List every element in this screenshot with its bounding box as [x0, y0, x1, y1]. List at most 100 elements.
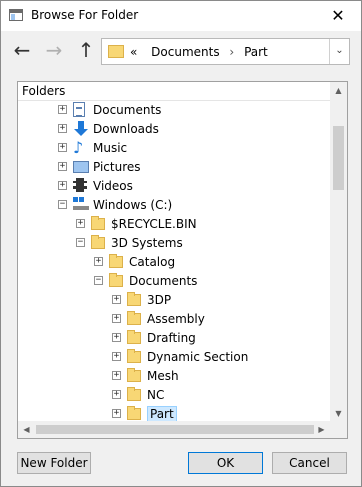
expand-icon[interactable]: + — [112, 390, 121, 399]
expand-icon[interactable]: + — [76, 219, 85, 228]
folder-icon — [91, 235, 105, 249]
tree-row[interactable]: + Drafting — [18, 329, 330, 348]
videos-icon — [73, 178, 87, 192]
address-overflow-chevron[interactable]: « — [130, 45, 137, 59]
navigation-bar: ← → ↑ « Documents › Part ⌄ — [1, 31, 361, 71]
tree-row[interactable]: + Mesh — [18, 367, 330, 386]
tree-column-header: Folders — [18, 82, 330, 101]
tree-item-label[interactable]: Documents — [129, 274, 197, 288]
address-segment-part[interactable]: Part — [244, 45, 268, 59]
collapse-icon[interactable]: − — [94, 276, 103, 285]
forward-arrow-icon: → — [45, 38, 63, 62]
title-bar: Browse For Folder ✕ — [1, 1, 361, 31]
expand-icon[interactable]: + — [58, 105, 67, 114]
tree-item-label[interactable]: Assembly — [147, 312, 205, 326]
horizontal-scroll-thumb[interactable] — [36, 425, 314, 434]
expand-icon[interactable]: + — [58, 124, 67, 133]
tree-row[interactable]: + NC — [18, 386, 330, 405]
vertical-scroll-thumb[interactable] — [333, 126, 344, 190]
tree-item-label[interactable]: Catalog — [129, 255, 175, 269]
tree-item-label[interactable]: Mesh — [147, 369, 179, 383]
address-path: « Documents › Part — [130, 45, 268, 59]
folder-icon — [127, 368, 141, 382]
collapse-icon[interactable]: − — [58, 200, 67, 209]
scroll-right-icon[interactable]: ▶ — [313, 421, 330, 438]
tree-row[interactable]: − Windows (C:) — [18, 196, 330, 215]
folder-icon — [91, 216, 105, 230]
folder-icon — [109, 273, 123, 287]
folder-icon — [127, 387, 141, 401]
up-arrow-icon[interactable]: ↑ — [73, 38, 99, 64]
expand-icon[interactable]: + — [58, 143, 67, 152]
tree-row[interactable]: + Pictures — [18, 158, 330, 177]
browse-for-folder-dialog: Browse For Folder ✕ ← → ↑ « Documents › … — [0, 0, 362, 487]
window-title: Browse For Folder — [31, 8, 139, 22]
drive-icon — [73, 197, 89, 211]
expand-icon[interactable]: + — [112, 314, 121, 323]
tree-row[interactable]: + Catalog — [18, 253, 330, 272]
tree-row[interactable]: + Downloads — [18, 120, 330, 139]
horizontal-scrollbar[interactable]: ◀ ▶ — [18, 421, 347, 438]
address-spacer — [141, 45, 151, 59]
close-button[interactable]: ✕ — [315, 1, 361, 31]
tree-item-label[interactable]: Windows (C:) — [93, 198, 172, 212]
address-bar[interactable]: « Documents › Part ⌄ — [101, 38, 350, 65]
scroll-up-icon[interactable]: ▲ — [330, 82, 347, 99]
new-folder-button[interactable]: New Folder — [17, 452, 91, 474]
expand-icon[interactable]: + — [112, 333, 121, 342]
folder-icon — [108, 45, 124, 58]
collapse-icon[interactable]: − — [76, 238, 85, 247]
scroll-left-icon[interactable]: ◀ — [18, 421, 35, 438]
tree-item-label[interactable]: Part — [147, 406, 177, 422]
folder-icon — [127, 406, 141, 420]
expand-icon[interactable]: + — [112, 371, 121, 380]
tree-row[interactable]: − Documents — [18, 272, 330, 291]
documents-icon — [73, 102, 85, 117]
folder-icon — [127, 311, 141, 325]
downloads-icon — [73, 121, 89, 137]
tree-item-label[interactable]: $RECYCLE.BIN — [111, 217, 197, 231]
expand-icon[interactable]: + — [112, 352, 121, 361]
tree-item-label[interactable]: Documents — [93, 103, 161, 117]
tree-row[interactable]: + Dynamic Section — [18, 348, 330, 367]
tree-row[interactable]: + Documents — [18, 101, 330, 120]
back-arrow-icon[interactable]: ← — [9, 38, 35, 64]
tree-item-label[interactable]: NC — [147, 388, 164, 402]
tree-item-label[interactable]: Music — [93, 141, 127, 155]
tree-item-label[interactable]: Dynamic Section — [147, 350, 248, 364]
tree-row[interactable]: + $RECYCLE.BIN — [18, 215, 330, 234]
tree-row[interactable]: − 3D Systems — [18, 234, 330, 253]
folder-icon — [109, 254, 123, 268]
tree-row[interactable]: + ♪ Music — [18, 139, 330, 158]
tree-item-label[interactable]: 3D Systems — [111, 236, 183, 250]
expand-icon[interactable]: + — [112, 409, 121, 418]
scroll-down-icon[interactable]: ▼ — [330, 405, 347, 422]
tree-item-label[interactable]: Downloads — [93, 122, 159, 136]
address-dropdown-button[interactable]: ⌄ — [329, 39, 349, 64]
expand-icon[interactable]: + — [112, 295, 121, 304]
window-app-icon — [9, 9, 23, 21]
scrollbar-corner — [330, 421, 347, 438]
address-segment-documents[interactable]: Documents — [151, 45, 219, 59]
vertical-scrollbar[interactable]: ▲ ▼ — [330, 82, 347, 422]
folder-tree[interactable]: + Documents + Downloads + ♪ Music + Pictures + Vid… — [18, 101, 330, 422]
pictures-icon — [73, 161, 89, 173]
tree-item-label[interactable]: Videos — [93, 179, 133, 193]
tree-row[interactable]: + Assembly — [18, 310, 330, 329]
folder-icon — [127, 349, 141, 363]
expand-icon[interactable]: + — [58, 162, 67, 171]
ok-button[interactable]: OK — [188, 452, 263, 474]
address-separator-icon[interactable]: › — [223, 45, 240, 59]
folder-icon — [127, 292, 141, 306]
tree-item-label[interactable]: 3DP — [147, 293, 171, 307]
tree-item-label[interactable]: Drafting — [147, 331, 196, 345]
folder-icon — [127, 330, 141, 344]
expand-icon[interactable]: + — [58, 181, 67, 190]
cancel-button[interactable]: Cancel — [272, 452, 347, 474]
expand-icon[interactable]: + — [94, 257, 103, 266]
tree-row[interactable]: +3DP — [18, 291, 330, 310]
folder-tree-panel[interactable]: Folders + Documents + Downloads + ♪ Music + Pict… — [17, 81, 348, 439]
tree-item-label[interactable]: Pictures — [93, 160, 141, 174]
music-icon: ♪ — [73, 138, 84, 157]
tree-row[interactable]: + Videos — [18, 177, 330, 196]
